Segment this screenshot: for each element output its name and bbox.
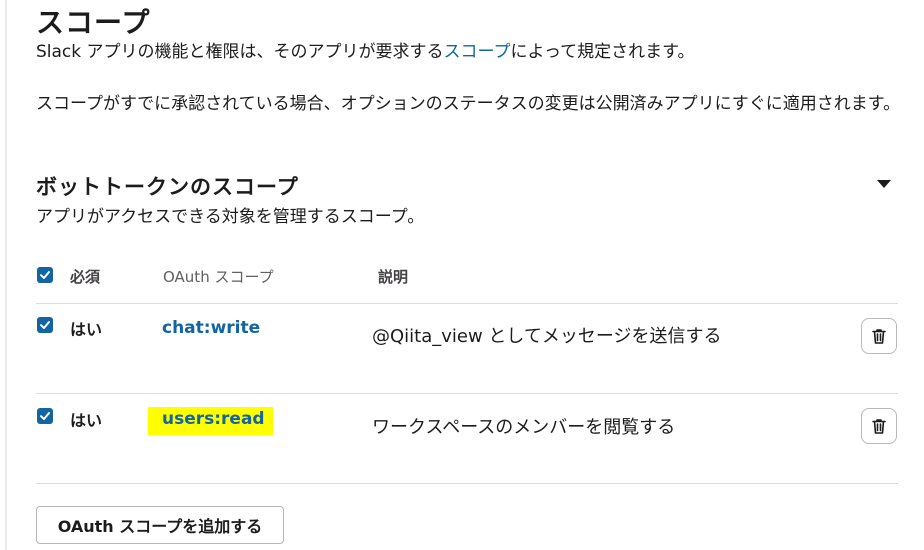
row-required: はい [70, 320, 103, 339]
intro-suffix: によって規定されます。 [510, 42, 695, 62]
bot-scopes-description: アプリがアクセスできる対象を管理するスコープ。 [36, 207, 425, 227]
intro-prefix: Slack アプリの機能と権限は、そのアプリが要求する [36, 42, 444, 62]
checkbox-checked-icon [40, 321, 50, 329]
page-title: スコープ [36, 6, 151, 39]
trash-icon [872, 329, 886, 344]
row-scope-name: users:read [148, 407, 273, 435]
delete-scope-button[interactable] [861, 318, 897, 354]
divider [36, 393, 898, 394]
intro-text: Slack アプリの機能と権限は、そのアプリが要求するスコープによって規定されま… [36, 38, 694, 66]
caret-down-icon[interactable] [877, 180, 891, 188]
scope-link[interactable]: スコープ [444, 42, 511, 62]
col-required: 必須 [70, 268, 101, 286]
add-oauth-scope-button[interactable]: OAuth スコープを追加する [36, 506, 284, 544]
left-border [5, 0, 7, 550]
col-oauth-scope: OAuth スコープ [163, 268, 274, 286]
row-scope-name: chat:write [162, 318, 261, 338]
row-description: ワークスペースのメンバーを閲覧する [372, 417, 676, 438]
checkbox-checked-icon [40, 412, 50, 420]
approval-notice: スコープがすでに承認されている場合、オプションのステータスの変更は公開済みアプリ… [36, 94, 901, 114]
delete-scope-button[interactable] [861, 408, 897, 444]
row-checkbox[interactable] [37, 317, 53, 333]
divider [36, 303, 898, 304]
row-checkbox[interactable] [37, 408, 53, 424]
checkbox-checked-icon [40, 271, 50, 279]
bot-scopes-title: ボットトークンのスコープ [36, 175, 299, 199]
divider [36, 483, 898, 484]
select-all-checkbox[interactable] [37, 267, 53, 283]
row-description: @Qiita_view としてメッセージを送信する [372, 326, 722, 347]
trash-icon [872, 419, 886, 434]
col-description: 説明 [378, 268, 409, 286]
row-required: はい [70, 411, 103, 430]
